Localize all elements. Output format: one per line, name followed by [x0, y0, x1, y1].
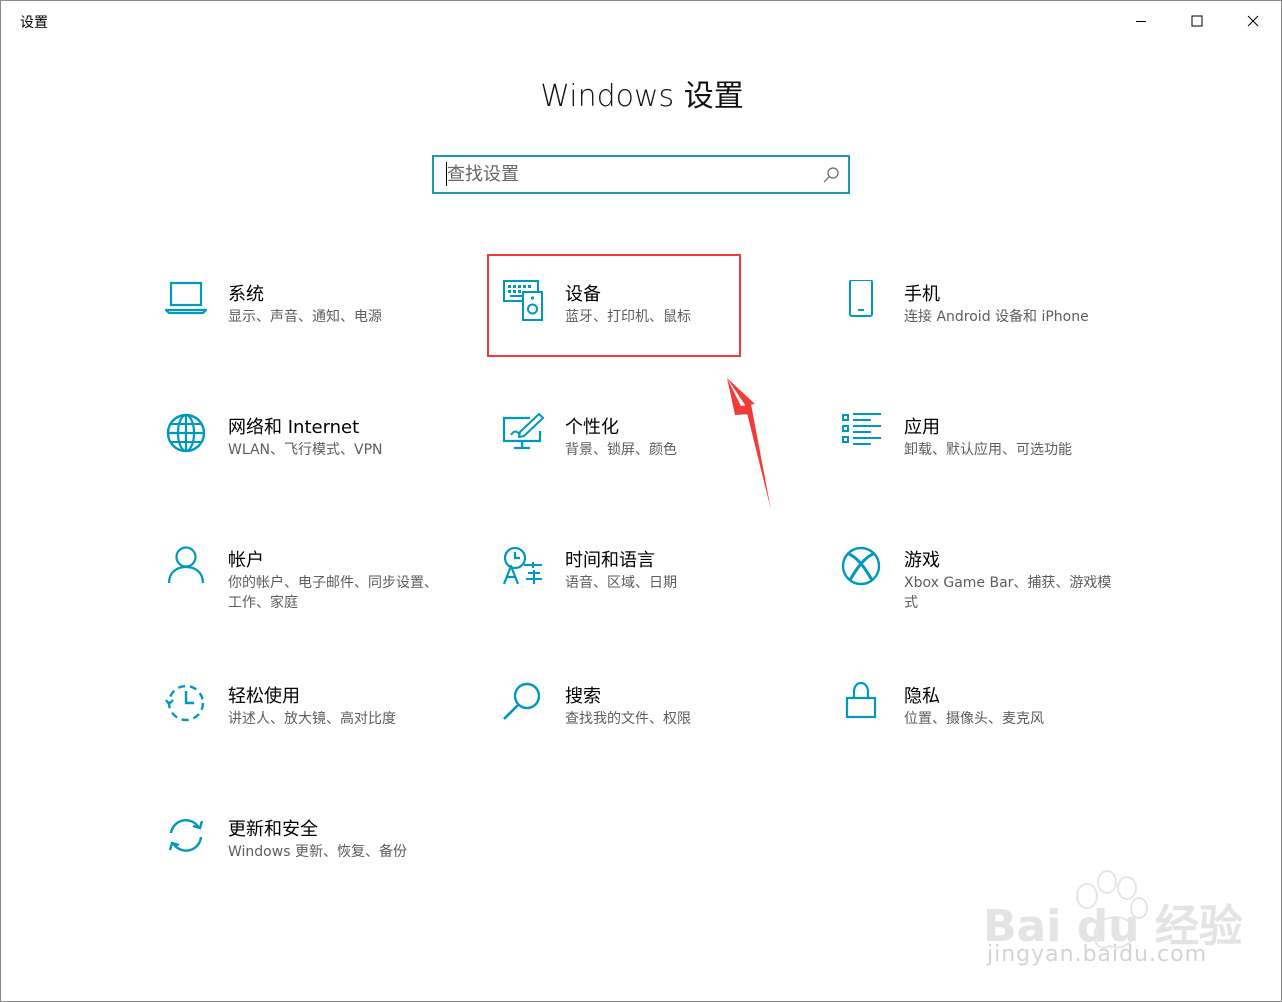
- watermark-url: jingyan.baidu.com: [987, 942, 1208, 967]
- time-language-icon: [502, 546, 542, 585]
- tile-title: 时间和语言: [565, 550, 655, 571]
- tile-description: Windows 更新、恢复、备份: [228, 844, 407, 860]
- globe-icon: [166, 413, 206, 453]
- tile-description: 查找我的文件、权限: [565, 711, 691, 727]
- tile-description: 连接 Android 设备和 iPhone: [904, 309, 1089, 325]
- ease-of-access-icon: [165, 684, 205, 722]
- tile-network[interactable]: 网络和 Internet WLAN、飞行模式、VPN: [165, 413, 465, 493]
- tile-description: 显示、声音、通知、电源: [228, 309, 382, 325]
- close-button[interactable]: [1225, 1, 1281, 41]
- personalization-icon: [502, 413, 544, 450]
- minimize-icon: [1136, 21, 1146, 22]
- tile-title: 搜索: [565, 686, 601, 707]
- tile-title: 系统: [228, 284, 264, 305]
- maximize-icon: [1191, 15, 1203, 27]
- page-title: Windows 设置: [540, 79, 744, 114]
- tile-description: WLAN、飞行模式、VPN: [228, 442, 383, 458]
- tile-system[interactable]: 系统 显示、声音、通知、电源: [165, 280, 465, 360]
- annotation-arrow-icon: [727, 378, 771, 510]
- minimize-button[interactable]: [1113, 1, 1169, 41]
- tile-title: 隐私: [904, 686, 940, 707]
- apps-list-icon: [842, 413, 881, 445]
- xbox-icon: [841, 546, 881, 586]
- sync-icon: [168, 819, 204, 852]
- tile-description: Xbox Game Bar、捕获、游戏模式: [904, 575, 1112, 611]
- tile-title: 更新和安全: [228, 819, 318, 840]
- search-icon[interactable]: [822, 166, 840, 184]
- tile-description: 讲述人、放大镜、高对比度: [228, 711, 396, 727]
- tile-title: 手机: [904, 284, 940, 305]
- tile-title: 游戏: [904, 550, 940, 571]
- tile-apps[interactable]: 应用 卸载、默认应用、可选功能: [841, 413, 1141, 493]
- close-icon: [1247, 15, 1259, 27]
- settings-window: 设置 Windows 设置 系统 显示、声音、通知、电源: [0, 0, 1282, 1002]
- tile-description: 语音、区域、日期: [565, 575, 677, 591]
- tile-description: 你的帐户、电子邮件、同步设置、工作、家庭: [228, 575, 438, 611]
- tile-time-language[interactable]: 时间和语言 语音、区域、日期: [502, 546, 802, 626]
- tile-search[interactable]: 搜索 查找我的文件、权限: [502, 682, 802, 762]
- tile-ease-of-access[interactable]: 轻松使用 讲述人、放大镜、高对比度: [165, 682, 465, 762]
- tile-update-security[interactable]: 更新和安全 Windows 更新、恢复、备份: [165, 815, 465, 895]
- phone-icon: [849, 280, 873, 317]
- person-icon: [167, 546, 205, 584]
- tile-title: 网络和 Internet: [228, 417, 360, 438]
- search-input[interactable]: [446, 162, 807, 186]
- highlight-box: [487, 254, 741, 357]
- tile-privacy[interactable]: 隐私 位置、摄像头、麦克风: [841, 682, 1141, 762]
- tile-accounts[interactable]: 帐户 你的帐户、电子邮件、同步设置、工作、家庭: [165, 546, 465, 626]
- tile-title: 帐户: [228, 550, 264, 571]
- laptop-icon: [165, 281, 208, 315]
- tile-title: 轻松使用: [228, 686, 300, 707]
- tile-description: 卸载、默认应用、可选功能: [904, 442, 1072, 458]
- title-bar: 设置: [1, 1, 1281, 41]
- search-box[interactable]: [432, 155, 850, 194]
- tile-title: 个性化: [565, 417, 619, 438]
- window-title: 设置: [20, 15, 48, 31]
- tile-description: 位置、摄像头、麦克风: [904, 711, 1044, 727]
- maximize-button[interactable]: [1169, 1, 1225, 41]
- tile-gaming[interactable]: 游戏 Xbox Game Bar、捕获、游戏模式: [841, 546, 1141, 626]
- search-magnifier-icon: [503, 682, 541, 720]
- tile-title: 应用: [904, 417, 940, 438]
- lock-icon: [845, 682, 877, 719]
- tile-phone[interactable]: 手机 连接 Android 设备和 iPhone: [841, 280, 1141, 360]
